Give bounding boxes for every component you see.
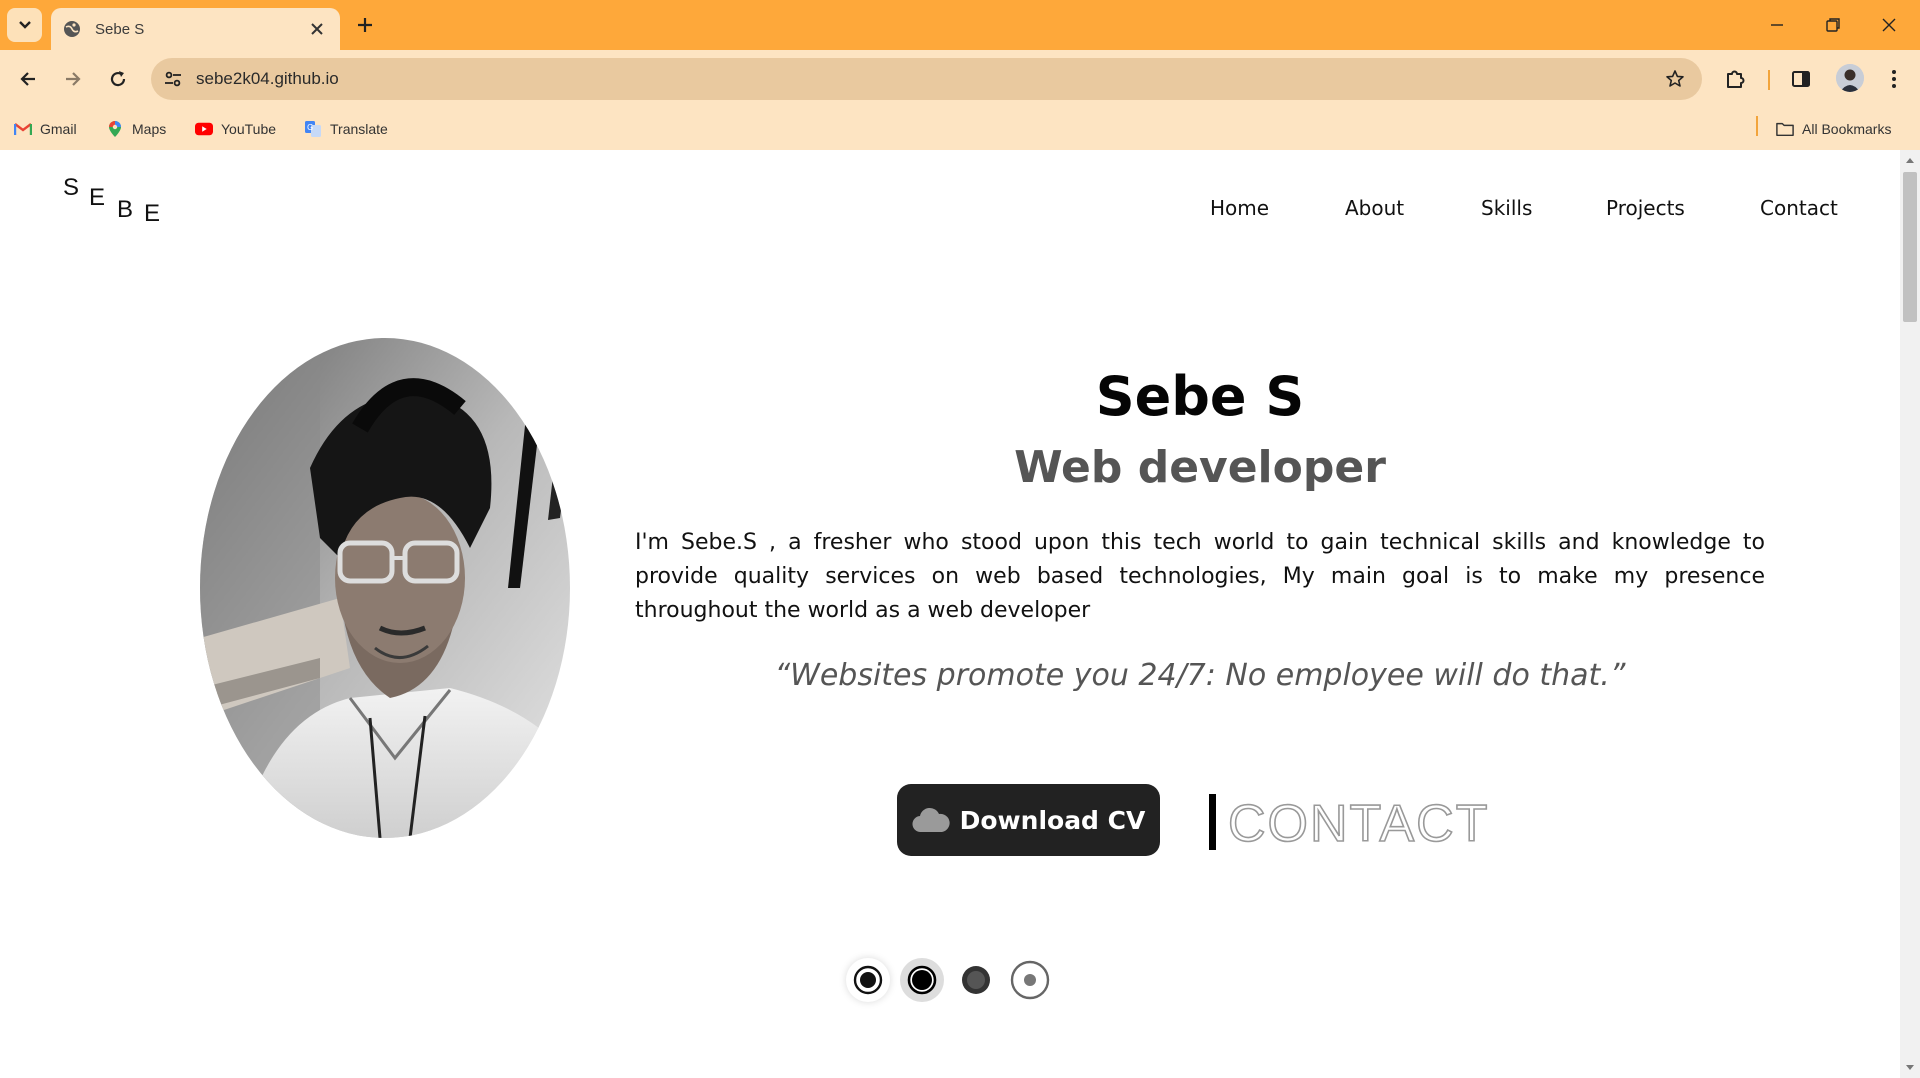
bookmarks-divider bbox=[1756, 116, 1758, 136]
all-bookmarks-label: All Bookmarks bbox=[1802, 121, 1892, 137]
side-panel-icon bbox=[1792, 71, 1810, 87]
web-page: S E B E Home About Skills Projects Conta… bbox=[0, 150, 1920, 1078]
hero-description: I'm Sebe.S , a fresher who stood upon th… bbox=[635, 530, 1765, 623]
close-icon bbox=[1882, 18, 1896, 32]
social-icon-3[interactable] bbox=[954, 958, 998, 1002]
gmail-icon bbox=[14, 120, 32, 138]
toolbar-divider bbox=[1768, 70, 1770, 90]
extensions-button[interactable] bbox=[1720, 64, 1750, 94]
address-bar[interactable]: sebe2k04.github.io bbox=[151, 58, 1702, 100]
bookmark-youtube[interactable]: YouTube bbox=[195, 116, 276, 142]
profile-photo bbox=[200, 338, 570, 838]
nav-contact[interactable]: Contact bbox=[1760, 196, 1838, 220]
hero-role: Web developer bbox=[1014, 442, 1386, 493]
folder-icon bbox=[1776, 120, 1794, 138]
scroll-down-arrow-icon[interactable] bbox=[1904, 1062, 1916, 1074]
browser-menu-button[interactable] bbox=[1879, 64, 1909, 94]
side-panel-button[interactable] bbox=[1786, 64, 1816, 94]
puzzle-icon bbox=[1727, 70, 1745, 88]
active-tab[interactable]: Sebe S bbox=[51, 8, 340, 50]
forward-button[interactable] bbox=[58, 64, 88, 94]
scroll-up-arrow-icon[interactable] bbox=[1904, 154, 1916, 166]
restore-button[interactable] bbox=[1820, 12, 1846, 38]
site-settings-icon[interactable] bbox=[161, 67, 185, 91]
translate-icon: G bbox=[304, 120, 322, 138]
browser-toolbar: sebe2k04.github.io bbox=[0, 50, 1920, 108]
logo-letter: E bbox=[144, 200, 161, 227]
nav-projects[interactable]: Projects bbox=[1606, 196, 1685, 220]
bookmark-translate[interactable]: G Translate bbox=[304, 116, 388, 142]
reload-icon bbox=[110, 71, 126, 87]
minimize-button[interactable] bbox=[1764, 12, 1790, 38]
social-icon-2[interactable] bbox=[900, 958, 944, 1002]
maps-icon bbox=[106, 120, 124, 138]
youtube-icon bbox=[195, 120, 213, 138]
hero-quote: “Websites promote you 24/7: No employee … bbox=[774, 658, 1626, 693]
tab-strip: Sebe S bbox=[0, 0, 1920, 50]
new-tab-button[interactable] bbox=[352, 12, 378, 38]
nav-about[interactable]: About bbox=[1345, 196, 1404, 220]
restore-icon bbox=[1826, 18, 1840, 32]
back-button[interactable] bbox=[13, 64, 43, 94]
all-bookmarks-button[interactable]: All Bookmarks bbox=[1776, 116, 1891, 142]
bookmark-label: Translate bbox=[330, 121, 388, 137]
chevron-down-icon bbox=[18, 21, 31, 29]
url-text[interactable]: sebe2k04.github.io bbox=[196, 69, 339, 89]
tab-search-button[interactable] bbox=[7, 8, 42, 42]
profile-avatar[interactable] bbox=[1836, 64, 1864, 92]
social-icon-4[interactable] bbox=[1008, 958, 1052, 1002]
hero-name: Sebe S bbox=[1095, 365, 1305, 428]
typing-cursor bbox=[1209, 794, 1216, 850]
more-vertical-icon bbox=[1892, 70, 1896, 88]
tab-title: Sebe S bbox=[95, 20, 145, 38]
contact-link[interactable]: CONTACT bbox=[1227, 794, 1489, 854]
bookmarks-bar: Gmail Maps YouTube G Translate All Bookm… bbox=[0, 108, 1920, 150]
logo-letter: B bbox=[117, 196, 134, 223]
bookmark-label: Maps bbox=[132, 121, 167, 137]
close-window-button[interactable] bbox=[1876, 12, 1902, 38]
bookmark-maps[interactable]: Maps bbox=[106, 116, 166, 142]
cloud-icon bbox=[912, 806, 950, 834]
social-icon-1[interactable] bbox=[846, 958, 890, 1002]
close-tab-icon[interactable] bbox=[308, 20, 326, 38]
reload-button[interactable] bbox=[103, 64, 133, 94]
svg-text:G: G bbox=[307, 123, 313, 132]
nav-home[interactable]: Home bbox=[1210, 196, 1269, 220]
plus-icon bbox=[358, 18, 372, 32]
globe-icon bbox=[63, 20, 81, 38]
arrow-left-icon bbox=[20, 72, 35, 86]
minimize-icon bbox=[1771, 24, 1783, 26]
download-cv-button[interactable]: Download CV bbox=[897, 784, 1160, 856]
scrollbar-thumb[interactable] bbox=[1903, 172, 1917, 322]
logo-letter: E bbox=[89, 184, 106, 211]
bookmark-star-icon[interactable] bbox=[1664, 68, 1686, 90]
logo-letter: S bbox=[63, 174, 80, 201]
bookmark-gmail[interactable]: Gmail bbox=[14, 116, 77, 142]
nav-skills[interactable]: Skills bbox=[1481, 196, 1532, 220]
arrow-right-icon bbox=[66, 72, 81, 86]
bookmark-label: Gmail bbox=[40, 121, 77, 137]
bookmark-label: YouTube bbox=[221, 121, 277, 137]
download-cv-label: Download CV bbox=[959, 805, 1146, 835]
site-logo[interactable]: S E B E bbox=[60, 174, 180, 234]
